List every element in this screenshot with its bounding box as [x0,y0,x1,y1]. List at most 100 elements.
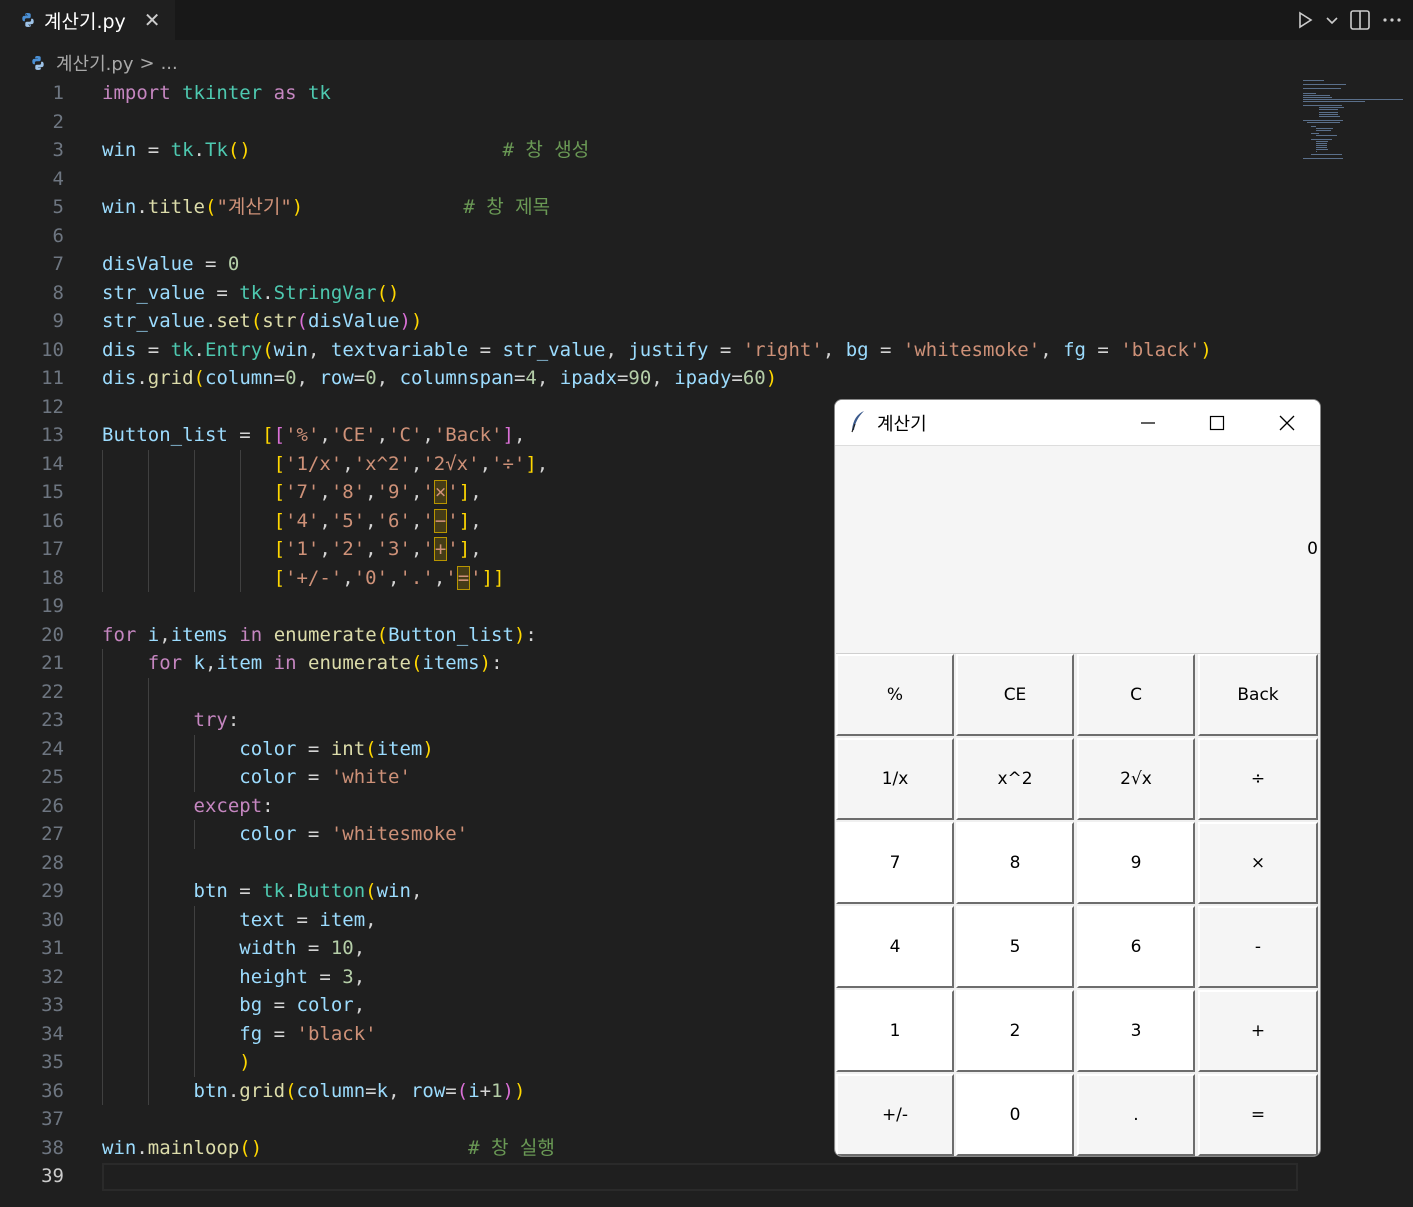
code-line[interactable]: 5 win.title("계산기") # 창 제목 [0,193,1300,222]
calc-button[interactable]: C [1077,654,1195,736]
minimap-line [1315,128,1334,130]
calc-button[interactable]: 6 [1077,906,1195,988]
calc-button[interactable]: 1/x [836,738,954,820]
minimap-line [1311,153,1342,155]
editor-actions [1295,6,1403,34]
breadcrumb-file[interactable]: 계산기.py [56,50,133,76]
line-number: 11 [41,367,64,389]
code-text: dis.grid(column=0, row=0, columnspan=4, … [102,367,778,389]
line-number: 35 [41,1051,64,1073]
line-number: 6 [52,224,64,247]
minimize-button[interactable] [1113,400,1183,445]
line-number: 13 [41,424,64,446]
line-number: 27 [41,823,64,845]
minimap-line [1315,149,1329,151]
minimap-line [1307,122,1340,123]
indent-guide [102,449,103,592]
code-text: height = 3, [239,965,366,988]
line-number: 1 [52,82,64,104]
calc-button[interactable]: ÷ [1198,738,1318,820]
line-number: 37 [41,1108,64,1130]
current-line-highlight [102,1163,1298,1191]
calc-button[interactable]: 7 [836,822,954,904]
code-text: ['1','2','3','+'], [273,537,482,561]
calc-button[interactable]: +/- [836,1074,954,1156]
line-number: 32 [41,965,64,988]
code-text: try: [193,709,240,731]
code-line[interactable]: 3 win = tk.Tk() # 창 생성 [0,136,1300,165]
minimap-line [1318,107,1344,109]
calc-button[interactable]: . [1077,1074,1195,1156]
indent-guide [194,820,195,849]
minimap-line [1315,147,1328,149]
calculator-display[interactable]: 0 [836,446,1320,654]
code-line[interactable]: 8 str_value = tk.StringVar() [0,279,1300,308]
calculator-titlebar[interactable]: 계산기 [835,400,1320,446]
calc-button[interactable]: 3 [1077,990,1195,1072]
calc-button[interactable]: × [1198,822,1318,904]
indent-guide [148,677,149,1105]
line-number: 9 [52,310,64,332]
maximize-button[interactable] [1182,400,1252,445]
tab-calculator-py[interactable]: 계산기.py ✕ [0,0,175,40]
indent-guide [240,449,241,592]
calc-button[interactable]: 1 [836,990,954,1072]
code-text: ['1/x','x^2','2√x','÷'], [273,452,549,475]
calc-button[interactable]: 0 [956,1074,1074,1156]
python-file-icon [32,56,44,70]
close-icon [1279,415,1295,430]
line-number: 3 [52,139,64,161]
chevron-down-icon[interactable] [1325,13,1339,27]
calc-button[interactable]: Back [1198,654,1318,736]
calc-button[interactable]: 2 [956,990,1074,1072]
line-number: 22 [41,680,64,703]
code-text: import tkinter as tk [102,82,331,104]
line-number: 8 [52,281,64,304]
calc-button[interactable]: 4 [836,906,954,988]
minimap-line [1303,119,1343,121]
calc-button[interactable]: = [1198,1074,1318,1156]
indent-guide [194,734,195,792]
line-number: 2 [52,110,64,133]
split-editor-icon[interactable] [1349,9,1371,31]
close-window-button[interactable] [1252,400,1320,445]
code-line[interactable]: 10 dis = tk.Entry(win, textvariable = str… [0,336,1300,365]
calc-button[interactable]: + [1198,990,1318,1072]
calc-button[interactable]: 8 [956,822,1074,904]
line-number: 7 [52,253,64,275]
code-line[interactable]: 6 [0,222,1300,251]
calc-button[interactable]: 5 [956,906,1074,988]
code-line[interactable]: 9 str_value.set(str(disValue)) [0,307,1300,336]
calc-button[interactable]: % [836,654,954,736]
code-text: str_value.set(str(disValue)) [102,310,423,332]
line-number: 26 [41,794,64,817]
calc-button[interactable]: x^2 [956,738,1074,820]
indent-guide [194,905,195,1077]
minimap-line [1311,138,1333,140]
calc-button[interactable]: 9 [1077,822,1195,904]
calc-button[interactable]: 2√x [1077,738,1195,820]
minimap[interactable] [1303,78,1413,168]
code-text: color = int(item) [239,737,434,760]
minimap-line [1315,140,1329,142]
code-text: ) [239,1051,251,1073]
close-tab-icon[interactable]: ✕ [144,8,161,32]
calc-button[interactable]: CE [956,654,1074,736]
code-line[interactable]: 4 [0,165,1300,194]
line-number: 21 [41,652,64,674]
minimap-line [1318,109,1338,111]
minimap-line [1315,143,1328,144]
calc-button[interactable]: - [1198,906,1318,988]
code-line[interactable]: 7 disValue = 0 [0,250,1300,279]
code-text: ['7','8','9','×'], [273,480,482,504]
code-text: width = 10, [239,937,366,959]
run-icon[interactable] [1295,10,1315,30]
code-line[interactable]: 2 [0,108,1300,137]
more-actions-icon[interactable] [1381,9,1403,31]
breadcrumb-more[interactable]: ... [161,53,178,74]
code-line[interactable]: 1 import tkinter as tk [0,79,1300,108]
code-line[interactable]: 11 dis.grid(column=0, row=0, columnspan=4… [0,364,1300,393]
line-number: 20 [41,623,64,646]
minimap-line [1303,96,1333,98]
code-text: ['+/-','0','.','=']] [273,565,505,590]
